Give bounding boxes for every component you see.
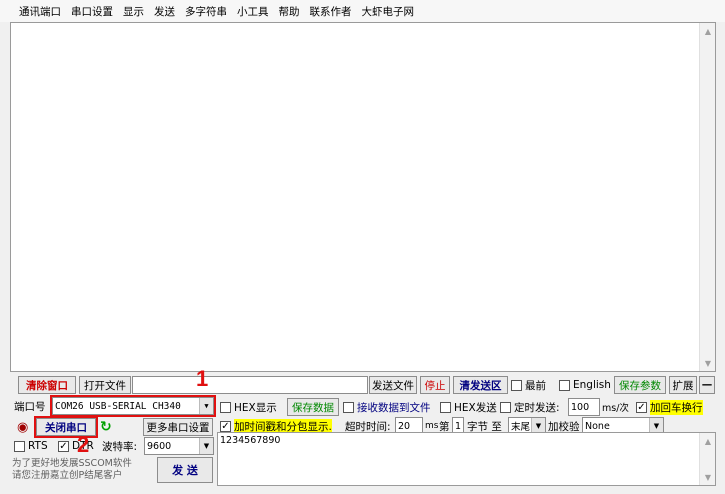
checksum-value: None [585, 420, 610, 432]
topmost-label: 最前 [525, 379, 546, 392]
topmost-check-icon [511, 379, 522, 391]
send-textarea[interactable]: 1234567890 ▲ ▼ [217, 432, 716, 486]
refresh-icon[interactable]: ↻ [100, 418, 112, 436]
receive-scrollbar[interactable]: ▲ ▼ [699, 23, 715, 371]
menu-multi-string[interactable]: 多字符串 [180, 2, 232, 21]
save-params-button[interactable]: 保存参数 [614, 376, 666, 394]
menu-bar: 通讯端口 串口设置 显示 发送 多字符串 小工具 帮助 联系作者 大虾电子网 [0, 0, 725, 22]
timed-send-checkbox[interactable]: 定时发送: [500, 398, 560, 416]
scroll-up-icon[interactable]: ▲ [700, 23, 716, 39]
receive-to-file-check-icon [343, 401, 354, 413]
annotation-number-2: 2 [77, 432, 90, 457]
menu-daxia[interactable]: 大虾电子网 [357, 2, 420, 21]
timed-send-label: 定时发送: [514, 401, 560, 414]
menu-tools[interactable]: 小工具 [232, 2, 274, 21]
rts-check-icon [14, 440, 25, 452]
receive-textarea[interactable]: ▲ ▼ [10, 22, 716, 372]
baud-value: 9600 [147, 440, 172, 452]
hex-send-checkbox[interactable]: HEX发送 [440, 398, 497, 416]
menu-contact[interactable]: 联系作者 [305, 2, 357, 21]
port-status-icon: ◉ [17, 419, 29, 435]
port-label: 端口号 [14, 400, 46, 413]
rts-label: RTS [28, 440, 48, 452]
menu-display[interactable]: 显示 [118, 2, 149, 21]
footer-line-1: 为了更好地发展SSCOM软件 [12, 458, 132, 469]
baud-dropdown-icon: ▼ [199, 438, 213, 454]
receive-to-file-label: 接收数据到文件 [357, 401, 431, 414]
send-scrollbar[interactable]: ▲ ▼ [699, 433, 715, 485]
send-text: 1234567890 [220, 435, 281, 446]
annotation-number-1: 1 [196, 366, 209, 391]
rts-checkbox[interactable]: RTS [14, 437, 48, 455]
english-check-icon [559, 379, 570, 391]
timed-send-check-icon [500, 401, 511, 413]
add-newline-label: 加回车换行 [650, 399, 703, 415]
menu-comm-port[interactable]: 通讯端口 [14, 2, 66, 21]
send-scroll-down-icon[interactable]: ▼ [700, 469, 716, 485]
save-data-button[interactable]: 保存数据 [287, 398, 339, 416]
hex-display-checkbox[interactable]: HEX显示 [220, 398, 277, 416]
interval-unit: ms/次 [602, 403, 629, 414]
hex-send-check-icon [440, 401, 451, 413]
add-newline-checkbox[interactable]: ✓ 加回车换行 [636, 398, 703, 416]
clear-window-button[interactable]: 清除窗口 [18, 376, 76, 394]
clear-send-button[interactable]: 清发送区 [453, 376, 508, 394]
sscom-window: 通讯端口 串口设置 显示 发送 多字符串 小工具 帮助 联系作者 大虾电子网 ▲… [0, 0, 725, 494]
add-newline-check-icon: ✓ [636, 401, 647, 413]
collapse-button[interactable]: — [699, 376, 715, 394]
timestamp-check-icon: ✓ [220, 420, 231, 432]
english-label: English [573, 379, 611, 391]
byte-end-value: 末尾 [511, 422, 531, 433]
stop-button[interactable]: 停止 [420, 376, 450, 394]
footer-line-2: 请您注册嘉立创P结尾客户 [12, 470, 123, 481]
hex-send-label: HEX发送 [454, 401, 497, 414]
menu-send[interactable]: 发送 [149, 2, 180, 21]
more-settings-button[interactable]: 更多串口设置 [143, 418, 213, 436]
menu-help[interactable]: 帮助 [274, 2, 305, 21]
english-checkbox[interactable]: English [559, 376, 611, 394]
file-path-input[interactable] [132, 376, 368, 394]
send-button[interactable]: 发 送 [157, 457, 213, 483]
dtr-check-icon: ✓ [58, 440, 69, 452]
menu-serial-settings[interactable]: 串口设置 [66, 2, 118, 21]
baud-select[interactable]: 9600 ▼ [144, 437, 214, 455]
hex-display-check-icon [220, 401, 231, 413]
annotation-box-1 [50, 395, 216, 417]
interval-input[interactable]: 100 [568, 398, 600, 416]
expand-button[interactable]: 扩展 [669, 376, 697, 394]
scroll-down-icon[interactable]: ▼ [700, 355, 716, 371]
hex-display-label: HEX显示 [234, 401, 277, 414]
send-file-button[interactable]: 发送文件 [369, 376, 417, 394]
open-file-button[interactable]: 打开文件 [79, 376, 131, 394]
baud-label: 波特率: [102, 440, 138, 453]
send-scroll-up-icon[interactable]: ▲ [700, 433, 716, 449]
topmost-checkbox[interactable]: 最前 [511, 376, 546, 394]
receive-to-file-checkbox[interactable]: 接收数据到文件 [343, 398, 431, 416]
